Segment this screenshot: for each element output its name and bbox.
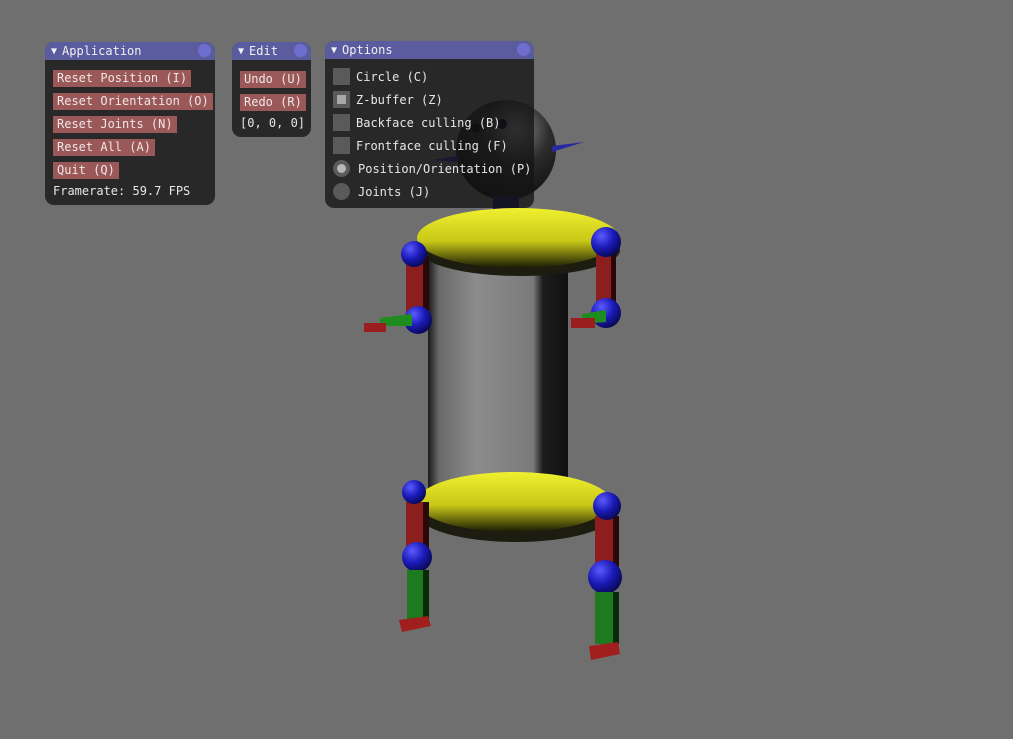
- ear-right: [552, 142, 584, 152]
- window-close-icon[interactable]: [294, 44, 307, 57]
- right-shoulder-joint: [591, 227, 621, 257]
- right-hand: [571, 318, 595, 328]
- framerate-label: Framerate: 59.7 FPS: [53, 184, 191, 198]
- zbuffer-checkbox[interactable]: [333, 91, 350, 108]
- right-shin: [595, 592, 613, 644]
- quit-button[interactable]: Quit (Q): [53, 162, 119, 179]
- reset-position-button[interactable]: Reset Position (I): [53, 70, 192, 87]
- joints-radio-label[interactable]: Joints (J): [358, 185, 430, 199]
- collapse-arrow-icon[interactable]: ▼: [331, 45, 337, 56]
- position-orientation-radio-label[interactable]: Position/Orientation (P): [358, 162, 531, 176]
- undo-button[interactable]: Undo (U): [240, 71, 306, 88]
- collapse-arrow-icon[interactable]: ▼: [51, 46, 57, 57]
- edit-window[interactable]: ▼ Edit Undo (U) Redo (R) [0, 0, 0]: [232, 42, 311, 137]
- backface-culling-checkbox-label[interactable]: Backface culling (B): [356, 116, 501, 130]
- shoulder-disc: [417, 208, 619, 268]
- frontface-culling-checkbox[interactable]: [333, 137, 350, 154]
- left-foot: [399, 616, 431, 632]
- zbuffer-checkbox-label[interactable]: Z-buffer (Z): [356, 93, 443, 107]
- left-shin-shade: [423, 570, 429, 622]
- left-shin: [407, 570, 423, 622]
- application-titlebar[interactable]: ▼ Application: [45, 42, 215, 60]
- torso-cylinder: [428, 240, 568, 500]
- right-knee-joint: [588, 560, 622, 594]
- left-upper-arm-shade: [423, 256, 429, 316]
- joints-radio[interactable]: [333, 183, 350, 200]
- backface-culling-checkbox[interactable]: [333, 114, 350, 131]
- circle-checkbox[interactable]: [333, 68, 350, 85]
- redo-button[interactable]: Redo (R): [240, 94, 306, 111]
- left-knee-joint: [402, 542, 432, 572]
- options-titlebar[interactable]: ▼ Options: [325, 41, 534, 59]
- circle-checkbox-label[interactable]: Circle (C): [356, 70, 428, 84]
- options-window[interactable]: ▼ Options Circle (C) Z-buffer (Z) Backfa…: [325, 41, 534, 208]
- reset-joints-button[interactable]: Reset Joints (N): [53, 116, 177, 133]
- left-hand: [364, 323, 386, 332]
- right-thigh-shade: [613, 516, 619, 570]
- right-foot: [589, 642, 620, 660]
- options-title: Options: [342, 43, 393, 57]
- reset-all-button[interactable]: Reset All (A): [53, 139, 155, 156]
- window-close-icon[interactable]: [517, 43, 530, 56]
- right-shin-shade: [613, 592, 619, 644]
- edit-vector-value: [0, 0, 0]: [240, 116, 306, 130]
- position-orientation-radio[interactable]: [333, 160, 350, 177]
- application-title: Application: [62, 44, 142, 58]
- application-window[interactable]: ▼ Application Reset Position (I) Reset O…: [45, 42, 215, 205]
- edit-titlebar[interactable]: ▼ Edit: [232, 42, 311, 60]
- hip-disc: [417, 472, 611, 532]
- left-hip-joint: [402, 480, 426, 504]
- collapse-arrow-icon[interactable]: ▼: [238, 46, 244, 57]
- frontface-culling-checkbox-label[interactable]: Frontface culling (F): [356, 139, 508, 153]
- reset-orientation-button[interactable]: Reset Orientation (O): [53, 93, 213, 110]
- edit-title: Edit: [249, 44, 278, 58]
- window-close-icon[interactable]: [198, 44, 211, 57]
- right-hip-joint: [593, 492, 621, 520]
- left-shoulder-joint: [401, 241, 427, 267]
